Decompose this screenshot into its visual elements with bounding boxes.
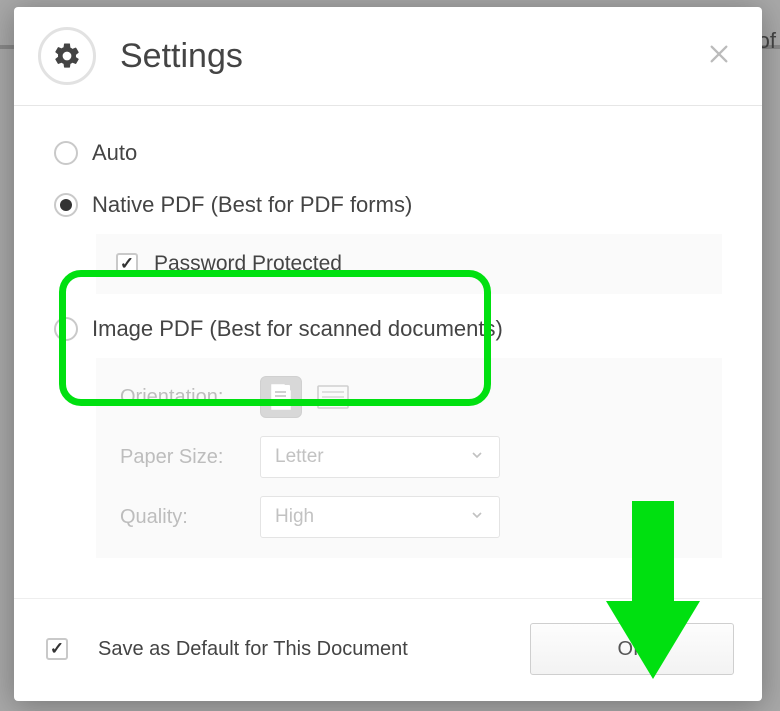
quality-select[interactable]: High — [260, 496, 500, 538]
page-portrait-icon — [270, 384, 292, 410]
save-default-row[interactable]: Save as Default for This Document — [46, 638, 530, 661]
quality-label: Quality: — [120, 506, 260, 529]
orientation-landscape-button[interactable] — [312, 376, 354, 418]
paper-size-select[interactable]: Letter — [260, 436, 500, 478]
ok-button[interactable]: OK — [530, 623, 734, 675]
orientation-label: Orientation: — [120, 386, 260, 409]
page-landscape-icon — [317, 385, 349, 409]
radio-icon — [54, 193, 78, 217]
paper-size-row: Paper Size: Letter — [120, 436, 698, 478]
option-image-label: Image PDF (Best for scanned documents) — [92, 316, 503, 342]
password-protected-checkbox[interactable] — [116, 253, 138, 275]
settings-dialog: Settings Auto Native PDF (Best for PDF f… — [14, 7, 762, 701]
save-default-label: Save as Default for This Document — [98, 638, 408, 661]
password-protected-label: Password Protected — [154, 252, 342, 276]
close-button[interactable] — [700, 37, 738, 75]
dialog-header: Settings — [14, 7, 762, 106]
dialog-title: Settings — [120, 37, 700, 76]
chevron-down-icon — [469, 507, 485, 528]
orientation-portrait-button[interactable] — [260, 376, 302, 418]
quality-value: High — [275, 506, 314, 528]
orientation-row: Orientation: — [120, 376, 698, 418]
option-native-label: Native PDF (Best for PDF forms) — [92, 192, 412, 218]
chevron-down-icon — [469, 447, 485, 468]
gear-icon — [38, 27, 96, 85]
option-auto[interactable]: Auto — [54, 140, 722, 166]
radio-icon — [54, 141, 78, 165]
native-sub-options: Password Protected — [96, 234, 722, 294]
paper-size-label: Paper Size: — [120, 446, 260, 469]
option-auto-label: Auto — [92, 140, 137, 166]
save-default-checkbox[interactable] — [46, 638, 68, 660]
dialog-body: Auto Native PDF (Best for PDF forms) Pas… — [14, 106, 762, 598]
image-sub-options: Orientation: — [96, 358, 722, 558]
quality-row: Quality: High — [120, 496, 698, 538]
radio-icon — [54, 317, 78, 341]
dialog-footer: Save as Default for This Document OK — [14, 598, 762, 701]
option-image-pdf[interactable]: Image PDF (Best for scanned documents) — [54, 316, 722, 342]
option-native-pdf[interactable]: Native PDF (Best for PDF forms) — [54, 192, 722, 218]
paper-size-value: Letter — [275, 446, 324, 468]
